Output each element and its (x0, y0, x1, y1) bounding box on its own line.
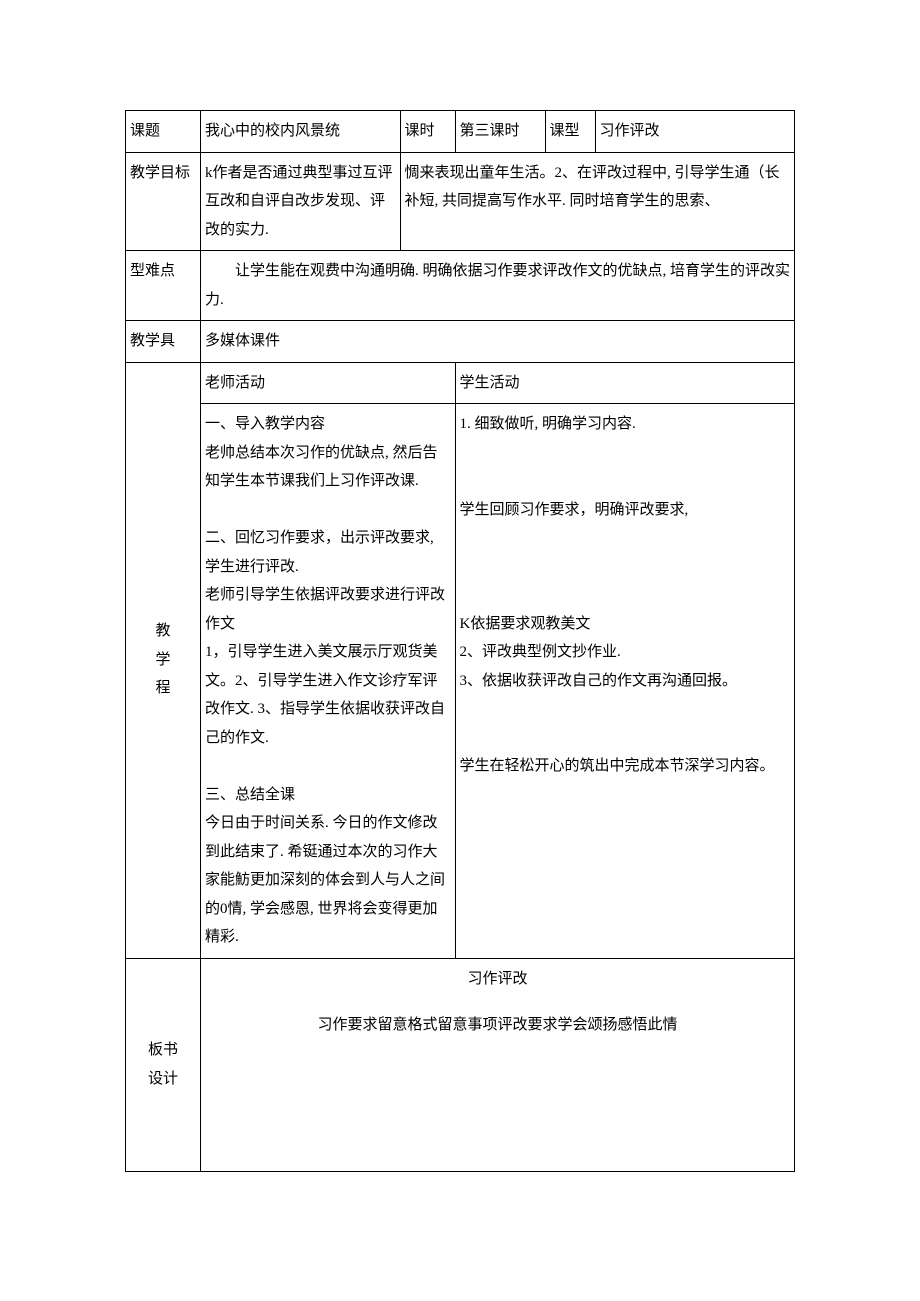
lesson-plan-table: 课题 我心中的校内风景统 课时 第三课时 课型 习作评改 教学目标 k作者是否通… (125, 110, 795, 1172)
topic-value: 我心中的校内风景统 (201, 111, 401, 153)
period-label: 课时 (400, 111, 455, 153)
teacher-activity-body: 一、导入教学内容 老帅总结本次习作的优缺点, 然后告知学生本节课我们上习作评改课… (201, 404, 456, 959)
process-side-3: 程 (130, 674, 196, 703)
row-tools: 教学具 多媒体课件 (126, 321, 795, 363)
teacher-activity-header: 老师活动 (201, 362, 456, 404)
period-value: 第三课时 (455, 111, 545, 153)
goal-label: 教学目标 (126, 152, 201, 251)
student-activity-body: 1. 细致做听, 明确学习内容. 学生回顾习作要求，明确评改要求, K依据要求观… (455, 404, 795, 959)
row-difficulty: 型难点 让学生能在观费中沟通明确. 明确依据习作要求评改作文的优缺点, 培育学生… (126, 251, 795, 321)
diff-value: 让学生能在观费中沟通明确. 明确依据习作要求评改作文的优缺点, 培育学生的评改实… (201, 251, 795, 321)
document-page: 课题 我心中的校内风景统 课时 第三课时 课型 习作评改 教学目标 k作者是否通… (0, 0, 920, 1212)
row-process-body: 一、导入教学内容 老帅总结本次习作的优缺点, 然后告知学生本节课我们上习作评改课… (126, 404, 795, 959)
board-content: 习作要求留意格式留意事项评改要求学会颂扬感悟此情 (205, 1011, 790, 1140)
board-content-cell: 习作评改 习作要求留意格式留意事项评改要求学会颂扬感悟此情 (201, 958, 795, 1171)
goal-right: 惆来表现出童年生活。2、在评改过程中, 引导学生通（长补短, 共同提高写作水平.… (400, 152, 795, 251)
process-side-label: 教 学 程 (126, 362, 201, 958)
goal-left: k作者是否通过典型事过互评互改和自评自改步发现、评改的实力. (201, 152, 401, 251)
tool-label: 教学具 (126, 321, 201, 363)
row-board-design: 板书 设计 习作评改 习作要求留意格式留意事项评改要求学会颂扬感悟此情 (126, 958, 795, 1171)
tool-value: 多媒体课件 (201, 321, 795, 363)
process-side-2: 学 (130, 646, 196, 675)
topic-label: 课题 (126, 111, 201, 153)
process-side-1: 教 (130, 617, 196, 646)
type-label: 课型 (545, 111, 595, 153)
student-activity-header: 学生活动 (455, 362, 795, 404)
board-title: 习作评改 (205, 965, 790, 994)
diff-label: 型难点 (126, 251, 201, 321)
board-side-label: 板书 设计 (126, 958, 201, 1171)
row-goals: 教学目标 k作者是否通过典型事过互评互改和自评自改步发现、评改的实力. 惆来表现… (126, 152, 795, 251)
row-process-header: 教 学 程 老师活动 学生活动 (126, 362, 795, 404)
row-header: 课题 我心中的校内风景统 课时 第三课时 课型 习作评改 (126, 111, 795, 153)
type-value: 习作评改 (595, 111, 795, 153)
